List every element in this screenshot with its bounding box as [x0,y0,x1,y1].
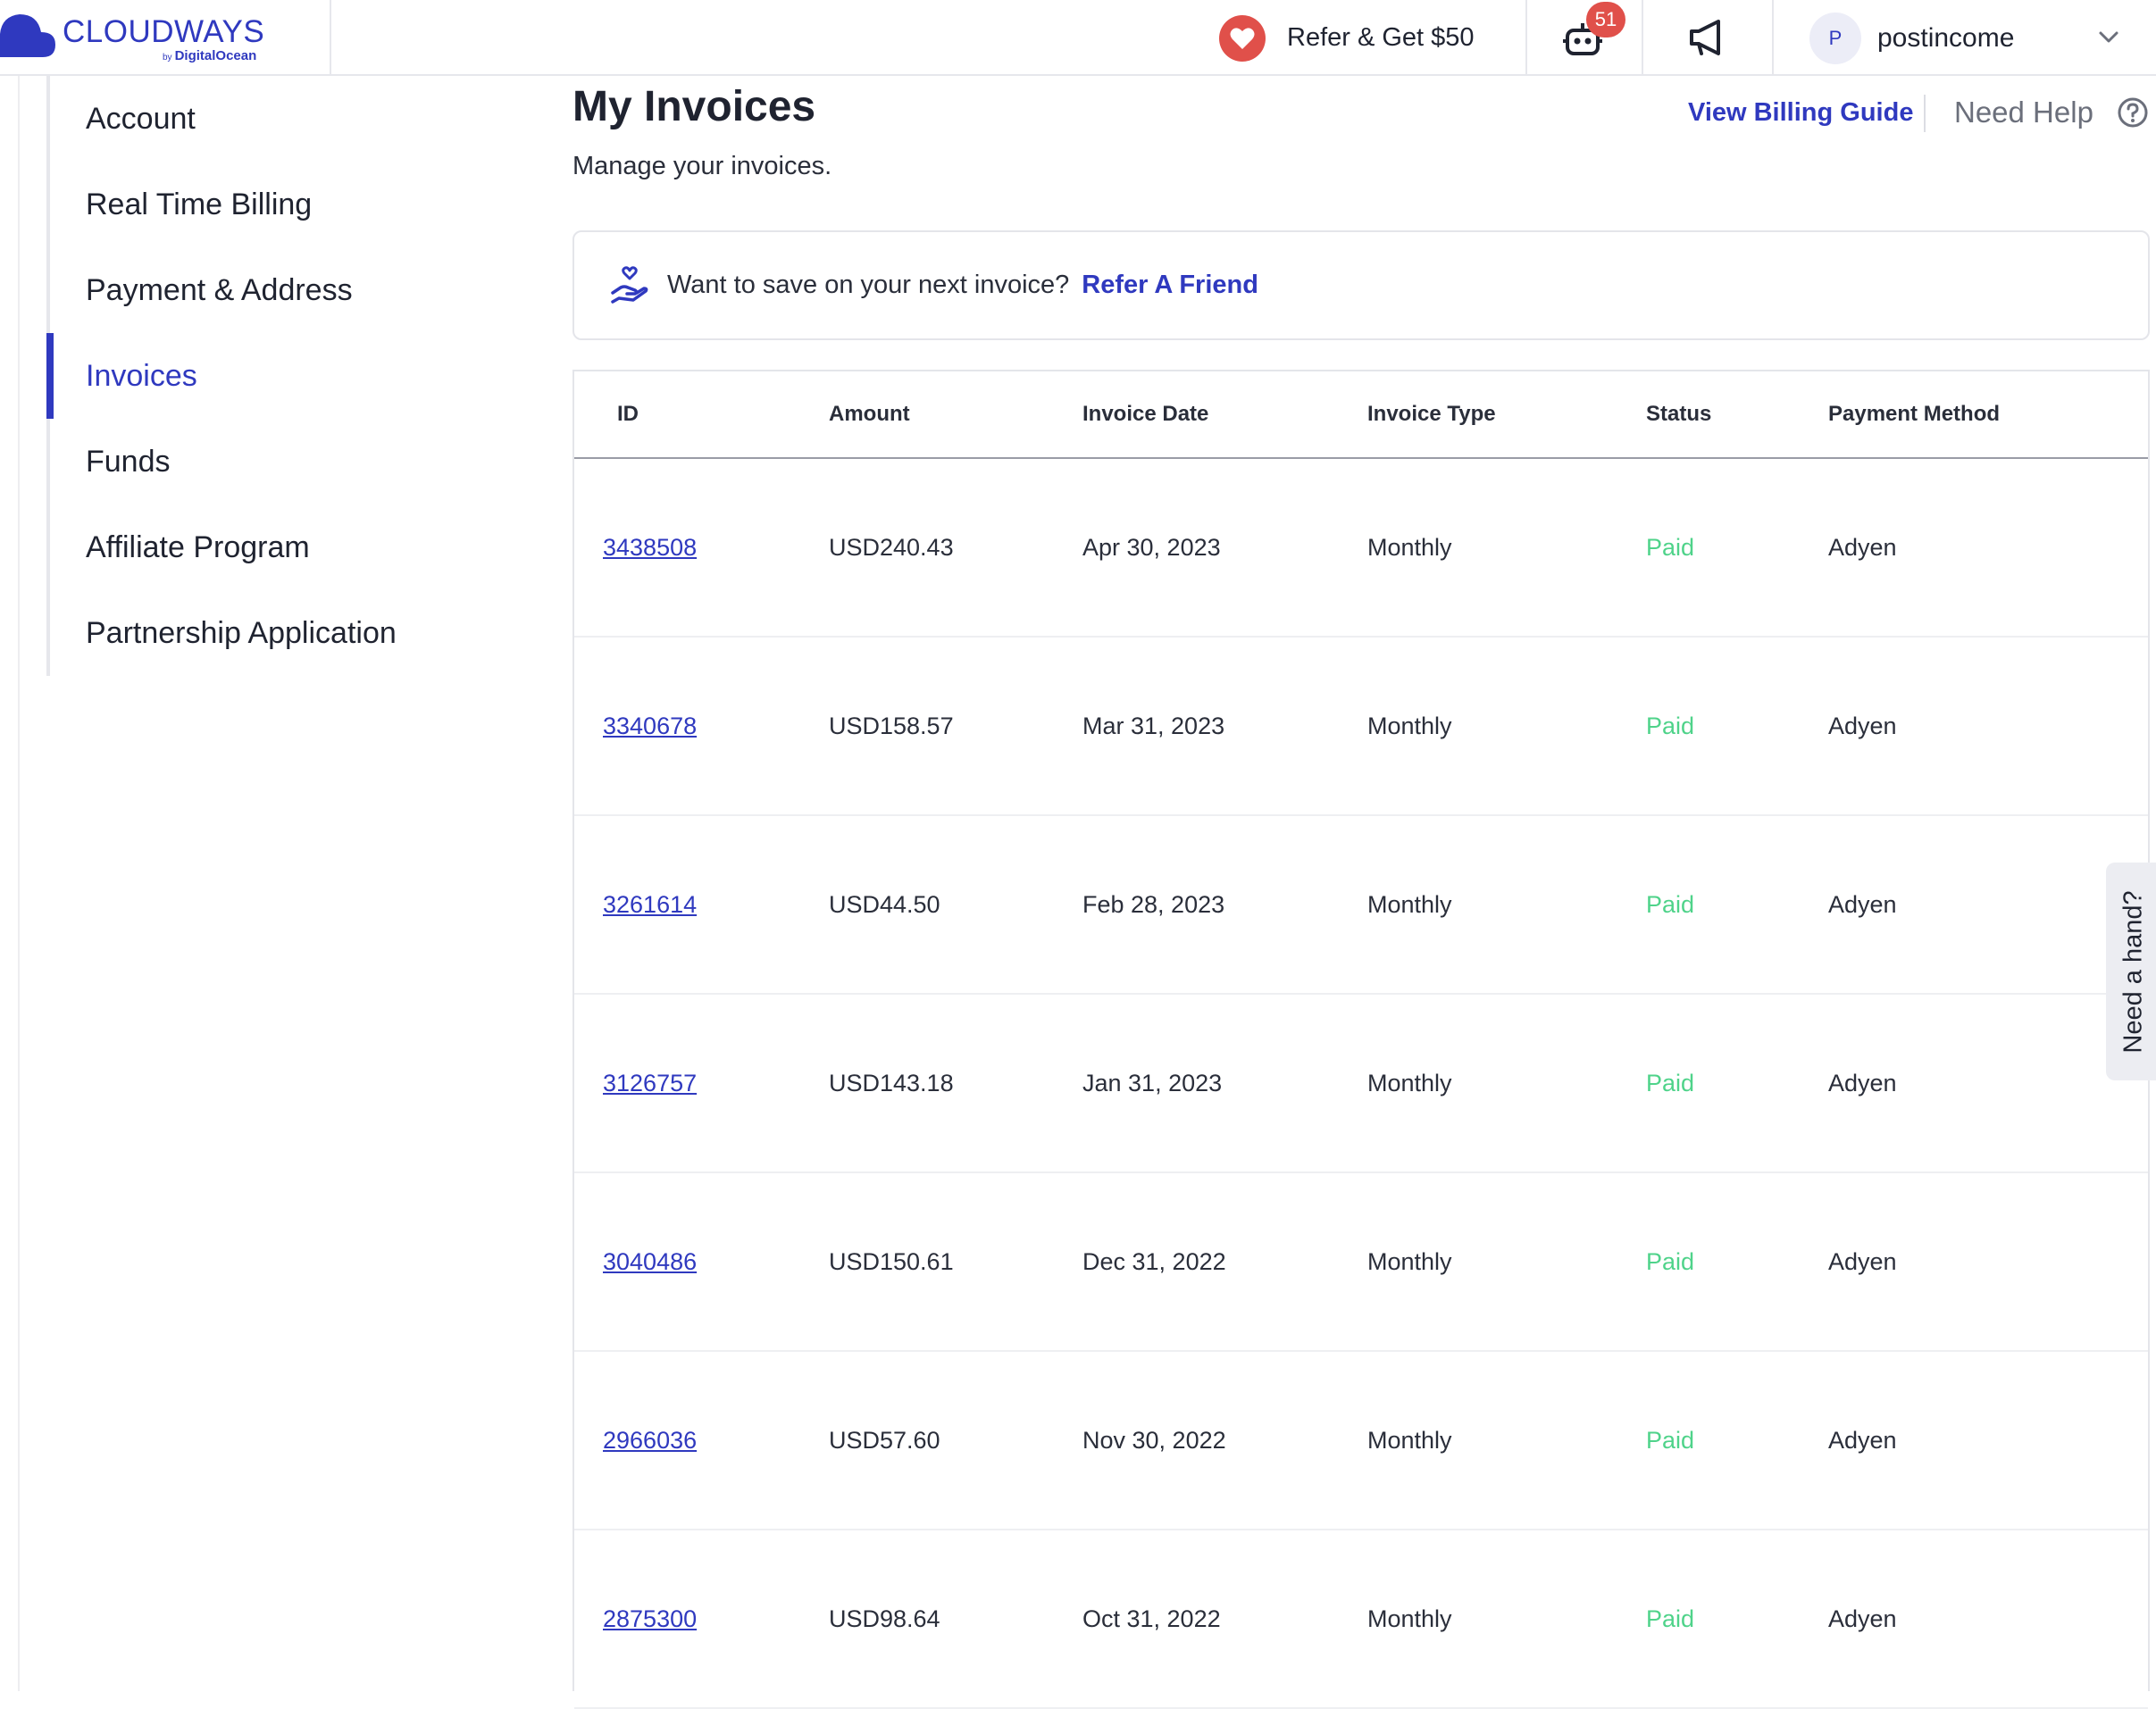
column-header-invoice-type: Invoice Type [1367,402,1496,426]
need-a-hand-tab[interactable]: Need a hand? [2106,863,2156,1080]
refer-a-friend-link[interactable]: Refer A Friend [1082,271,1258,300]
invoice-id-link[interactable]: 2966036 [603,1427,697,1455]
invoice-date: Apr 30, 2023 [1082,534,1221,561]
help-divider [1924,95,1926,132]
table-row: 2875300 USD98.64 Oct 31, 2022 Monthly Pa… [574,1530,2148,1709]
table-row: 3340678 USD158.57 Mar 31, 2023 Monthly P… [574,638,2148,816]
chevron-down-icon [2099,31,2118,43]
invoice-date: Oct 31, 2022 [1082,1605,1221,1632]
bot-button[interactable]: 51 [1527,0,1642,76]
column-header-invoice-date: Invoice Date [1082,402,1209,426]
invoice-id-link[interactable]: 3340678 [603,713,697,740]
invoice-date: Nov 30, 2022 [1082,1427,1226,1454]
status-badge: Paid [1646,1070,1695,1096]
status-badge: Paid [1646,713,1695,739]
column-header-payment-method: Payment Method [1828,402,2001,426]
sidebar-item-payment-address[interactable]: Payment & Address [46,247,529,333]
invoice-date: Feb 28, 2023 [1082,891,1225,918]
page-subtitle: Manage your invoices. [572,152,832,180]
announcements-button[interactable] [1643,0,1772,76]
table-row: 2966036 USD57.60 Nov 30, 2022 Monthly Pa… [574,1352,2148,1530]
invoice-type: Monthly [1367,534,1452,561]
heart-icon [1219,14,1266,62]
invoice-type: Monthly [1367,1248,1452,1275]
top-header: CLOUDWAYS by DigitalOcean Refer & Get $50… [0,0,2156,76]
invoice-amount: USD44.50 [829,891,940,918]
invoice-date: Dec 31, 2022 [1082,1248,1226,1275]
page-left-edge [18,76,20,1691]
avatar: P [1809,12,1861,64]
logo[interactable]: CLOUDWAYS by DigitalOcean [0,0,331,76]
table-row: 3261614 USD44.50 Feb 28, 2023 Monthly Pa… [574,816,2148,995]
invoices-table: ID Amount Invoice Date Invoice Type Stat… [572,370,2150,1709]
invoice-type: Monthly [1367,713,1452,739]
invoice-amount: USD143.18 [829,1070,954,1096]
sidebar-item-invoices[interactable]: Invoices [46,333,529,419]
invoice-id-link[interactable]: 3040486 [603,1248,697,1276]
need-a-hand-label: Need a hand? [2118,889,2148,1054]
invoice-amount: USD57.60 [829,1427,940,1454]
payment-method: Adyen [1828,1070,1897,1096]
logo-subtext: by DigitalOcean [163,48,257,63]
invoice-amount: USD98.64 [829,1605,940,1632]
status-badge: Paid [1646,1427,1695,1454]
table-header: ID Amount Invoice Date Invoice Type Stat… [574,371,2148,459]
referral-text: Want to save on your next invoice? [667,271,1070,299]
payment-method: Adyen [1828,1248,1897,1275]
column-header-amount: Amount [829,402,910,426]
page-title: My Invoices [572,83,816,130]
invoice-date: Jan 31, 2023 [1082,1070,1223,1096]
invoice-id-link[interactable]: 3126757 [603,1070,697,1097]
sidebar-item-real-time-billing[interactable]: Real Time Billing [46,162,529,247]
sidebar-item-partnership-application[interactable]: Partnership Application [46,590,529,676]
invoice-type: Monthly [1367,891,1452,918]
referral-banner: Want to save on your next invoice? Refer… [572,230,2150,340]
notification-badge: 51 [1586,2,1625,38]
status-badge: Paid [1646,534,1695,561]
megaphone-icon [1690,20,1720,55]
payment-method: Adyen [1828,534,1897,561]
logo-text: CLOUDWAYS [63,14,265,49]
payment-method: Adyen [1828,1427,1897,1454]
invoice-id-link[interactable]: 2875300 [603,1605,697,1633]
view-billing-guide-link[interactable]: View Billing Guide [1688,98,1913,128]
invoice-type: Monthly [1367,1427,1452,1454]
invoice-type: Monthly [1367,1605,1452,1632]
table-row: 3438508 USD240.43 Apr 30, 2023 Monthly P… [574,459,2148,638]
sidebar-item-affiliate-program[interactable]: Affiliate Program [46,504,529,590]
user-menu[interactable]: P postincome [1774,0,2156,76]
username: postincome [1877,22,2015,53]
invoice-amount: USD240.43 [829,534,954,561]
invoice-id-link[interactable]: 3261614 [603,891,697,919]
sidebar-item-funds[interactable]: Funds [46,419,529,504]
need-help-link[interactable]: Need Help [1954,96,2093,129]
invoice-id-link[interactable]: 3438508 [603,534,697,562]
payment-method: Adyen [1828,713,1897,739]
payment-method: Adyen [1828,1605,1897,1632]
column-header-id: ID [617,402,639,426]
payment-method: Adyen [1828,891,1897,918]
refer-label: Refer & Get $50 [1287,23,1475,52]
sidebar-item-account[interactable]: Account [46,76,529,162]
status-badge: Paid [1646,1248,1695,1275]
invoice-date: Mar 31, 2023 [1082,713,1225,739]
invoice-type: Monthly [1367,1070,1452,1096]
invoice-amount: USD150.61 [829,1248,954,1275]
cloud-logo-icon [0,14,55,57]
status-badge: Paid [1646,891,1695,918]
table-row: 3126757 USD143.18 Jan 31, 2023 Monthly P… [574,995,2148,1173]
help-circle-icon[interactable] [2117,96,2149,129]
invoice-amount: USD158.57 [829,713,954,739]
refer-button[interactable]: Refer & Get $50 [1219,0,1525,76]
status-badge: Paid [1646,1605,1695,1632]
heart-hand-icon [611,265,648,304]
column-header-status: Status [1646,402,1712,426]
table-row: 3040486 USD150.61 Dec 31, 2022 Monthly P… [574,1173,2148,1352]
